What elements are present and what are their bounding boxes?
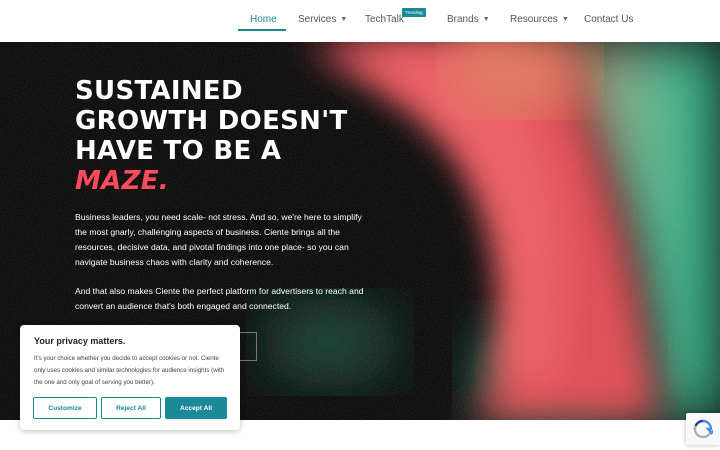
hero-heading-highlight: MAZE. xyxy=(75,166,169,196)
recaptcha-badge[interactable] xyxy=(686,413,720,445)
chevron-down-icon: ▼ xyxy=(340,16,348,23)
hero-heading-line: SUSTAINED xyxy=(75,76,243,106)
hero-paragraph-2: And that also makes Ciente the perfect p… xyxy=(75,286,364,311)
hero-heading-line: HAVE TO BE A xyxy=(75,136,282,166)
nav-item-resources[interactable]: Resources ▼ xyxy=(510,14,569,25)
nav-item-label: Contact Us xyxy=(584,14,634,25)
cookie-consent-banner: Your privacy matters. It's your choice w… xyxy=(20,325,240,430)
hero-paragraph-1: Business leaders, you need scale- not st… xyxy=(75,212,362,267)
chevron-down-icon: ▼ xyxy=(561,16,569,23)
nav-item-brands[interactable]: Brands ▼ xyxy=(447,14,490,25)
trending-badge: Trending xyxy=(402,8,426,17)
nav-item-techtalk[interactable]: TechTalk xyxy=(365,14,404,25)
active-nav-underline xyxy=(238,29,286,31)
cookie-description: It's your choice whether you decide to a… xyxy=(34,355,225,386)
nav-item-label: TechTalk xyxy=(365,14,404,25)
recaptcha-icon xyxy=(693,419,713,439)
nav-item-label: Home xyxy=(250,14,277,25)
accept-all-button[interactable]: Accept All xyxy=(165,397,227,419)
chevron-down-icon: ▼ xyxy=(482,16,490,23)
nav-item-contact-us[interactable]: Contact Us xyxy=(584,14,633,25)
nav-item-label: Brands xyxy=(447,14,479,25)
reject-all-button[interactable]: Reject All xyxy=(101,397,161,419)
top-navigation: Home Services ▼ TechTalk Trending Brands… xyxy=(0,0,720,42)
nav-item-services[interactable]: Services ▼ xyxy=(298,14,347,25)
nav-item-label: Resources xyxy=(510,14,558,25)
cookie-title: Your privacy matters. xyxy=(34,336,126,346)
customize-button[interactable]: Customize xyxy=(33,397,97,419)
hero-heading: SUSTAINED GROWTH DOESN'T HAVE TO BE A MA… xyxy=(75,76,348,196)
hero-heading-line: GROWTH DOESN'T xyxy=(75,106,348,136)
nav-item-label: Services xyxy=(298,14,337,25)
nav-item-home[interactable]: Home xyxy=(250,14,277,25)
